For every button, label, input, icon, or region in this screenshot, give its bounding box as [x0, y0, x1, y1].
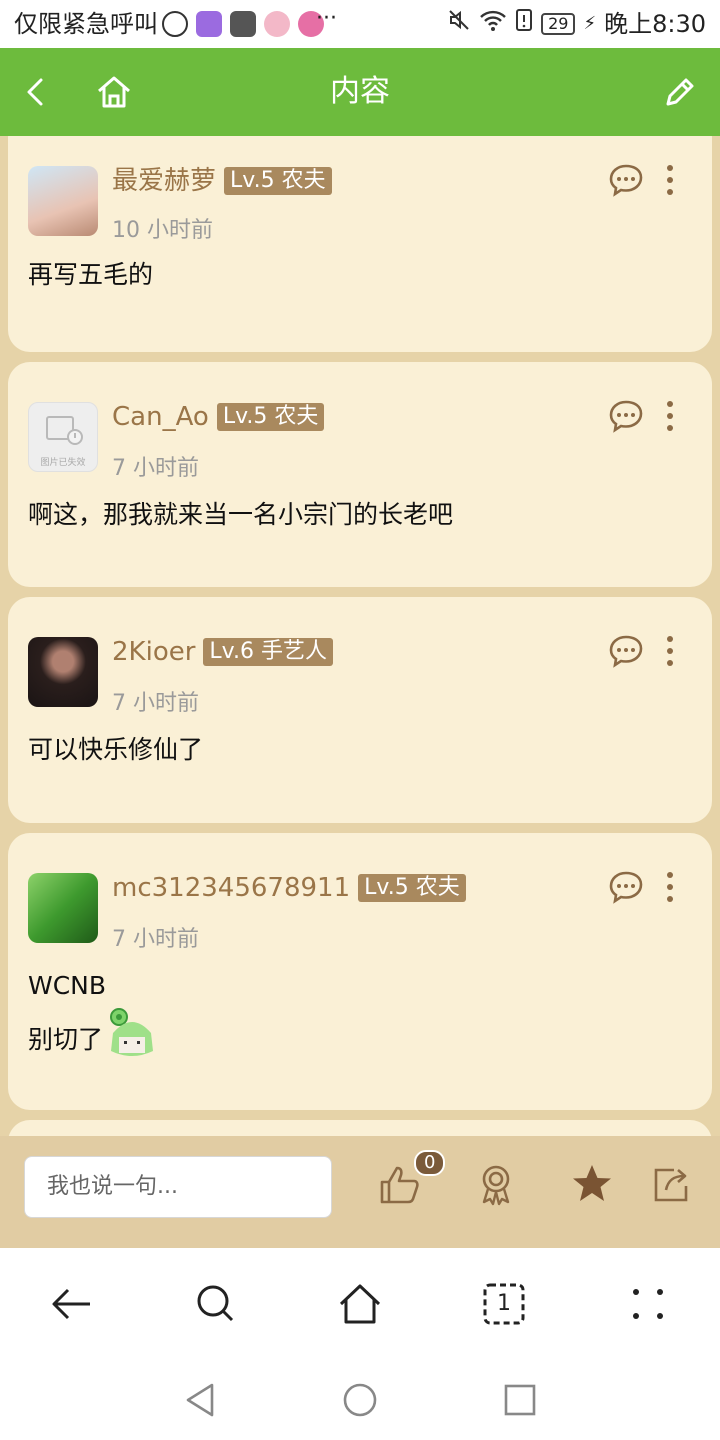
comment-line: WCNB [28, 971, 107, 1000]
level-badge: Lv.5 农夫 [224, 167, 332, 195]
more-vertical-icon[interactable] [660, 633, 680, 669]
mute-icon [447, 8, 471, 40]
comment-card: 图片已失效 Can_Ao Lv.5 农夫 7 小时前 啊这，那我就来当一名小宗门… [8, 362, 712, 587]
comment-list[interactable]: 最爱赫萝 Lv.5 农夫 10 小时前 再写五毛的 图片已失效 Can_Ao L… [0, 136, 720, 1136]
comment-text: 再写五毛的 [28, 254, 153, 296]
wifi-icon [479, 8, 507, 40]
battery-level: 29 [541, 13, 576, 35]
character-app-icon [264, 11, 290, 37]
purple-app-icon [196, 11, 222, 37]
reply-bubble-icon[interactable] [608, 869, 644, 905]
system-back-icon[interactable] [182, 1382, 218, 1418]
reply-bubble-icon[interactable] [608, 633, 644, 669]
comment-card: mc312345678911 Lv.5 农夫 7 小时前 WCNB 别切了 [8, 833, 712, 1110]
avatar[interactable] [28, 166, 98, 236]
reply-input[interactable]: 我也说一句... [24, 1156, 332, 1218]
avatar[interactable] [28, 873, 98, 943]
system-home-icon[interactable] [342, 1382, 378, 1418]
browser-search-icon[interactable] [194, 1282, 238, 1326]
status-right: 29 ⚡ 晚上8:30 [447, 8, 706, 40]
share-icon[interactable] [650, 1162, 694, 1206]
browser-back-icon[interactable] [50, 1282, 94, 1326]
system-recents-icon[interactable] [502, 1382, 538, 1418]
comment-text: WCNB 别切了 [28, 965, 159, 1061]
sim-alert-icon [515, 8, 533, 40]
k-app-icon [162, 11, 188, 37]
more-vertical-icon[interactable] [660, 869, 680, 905]
charging-icon: ⚡ [583, 13, 597, 34]
sticker-icon [105, 1007, 159, 1061]
status-bar: 仅限紧急呼叫 ··· 29 ⚡ 晚上8:30 [0, 0, 720, 48]
comment-text: 啊这，那我就来当一名小宗门的长老吧 [28, 494, 453, 536]
status-time: 晚上8:30 [604, 10, 706, 38]
tab-count: 1 [497, 1291, 511, 1316]
level-badge: Lv.5 农夫 [358, 874, 466, 902]
status-carrier-text: 仅限紧急呼叫 [14, 10, 158, 38]
more-vertical-icon[interactable] [660, 162, 680, 198]
huawei-app-icon [230, 11, 256, 37]
page-title: 内容 [330, 74, 390, 109]
comment-card: 最爱赫萝 Lv.5 农夫 10 小时前 再写五毛的 [8, 136, 712, 352]
comment-card: 2Kioer Lv.6 手艺人 7 小时前 可以快乐修仙了 [8, 597, 712, 823]
comment-time: 7 小时前 [112, 691, 199, 716]
comment-time: 10 小时前 [112, 218, 213, 243]
username[interactable]: 最爱赫萝 [112, 164, 216, 198]
username[interactable]: 2Kioer [112, 635, 195, 669]
browser-menu-icon[interactable] [626, 1282, 670, 1326]
comment-line: 别切了 [28, 1025, 104, 1054]
comment-author[interactable]: Can_Ao Lv.5 农夫 [112, 400, 325, 434]
avatar[interactable]: 图片已失效 [28, 402, 98, 472]
comment-author[interactable]: 2Kioer Lv.6 手艺人 [112, 635, 333, 669]
comment-time: 7 小时前 [112, 927, 199, 952]
award-icon[interactable] [474, 1162, 518, 1206]
avatar[interactable] [28, 637, 98, 707]
reply-bar: 我也说一句... 0 [0, 1136, 720, 1248]
app-header: 内容 [0, 48, 720, 136]
reply-bubble-icon[interactable] [608, 398, 644, 434]
more-vertical-icon[interactable] [660, 398, 680, 434]
comment-author[interactable]: mc312345678911 Lv.5 农夫 [112, 871, 466, 905]
comment-time: 7 小时前 [112, 456, 199, 481]
browser-toolbar: 1 [0, 1248, 720, 1361]
comment-author[interactable]: 最爱赫萝 Lv.5 农夫 [112, 164, 332, 198]
broken-image-icon [46, 416, 83, 445]
username[interactable]: mc312345678911 [112, 871, 350, 905]
comment-line: 可以快乐修仙了 [28, 735, 204, 764]
more-notifications-icon: ··· [316, 6, 337, 31]
username[interactable]: Can_Ao [112, 400, 209, 434]
avatar-placeholder-text: 图片已失效 [40, 458, 86, 468]
like-count-badge: 0 [414, 1150, 446, 1176]
system-navigation-bar [0, 1360, 720, 1440]
comment-card-next [8, 1120, 712, 1136]
level-badge: Lv.6 手艺人 [203, 638, 333, 666]
comment-line: 再写五毛的 [28, 260, 154, 289]
comment-line-with-sticker: 别切了 [28, 1007, 159, 1061]
comment-text: 可以快乐修仙了 [28, 729, 203, 771]
browser-tabs-icon[interactable]: 1 [482, 1282, 526, 1326]
comment-line: 啊这，那我就来当一名小宗门的长老吧 [28, 500, 454, 529]
reply-bubble-icon[interactable] [608, 162, 644, 198]
favorite-star-icon[interactable] [570, 1162, 614, 1206]
notification-icons [162, 10, 324, 38]
edit-icon[interactable] [660, 72, 700, 112]
level-badge: Lv.5 农夫 [216, 403, 325, 431]
browser-home-icon[interactable] [338, 1282, 382, 1326]
